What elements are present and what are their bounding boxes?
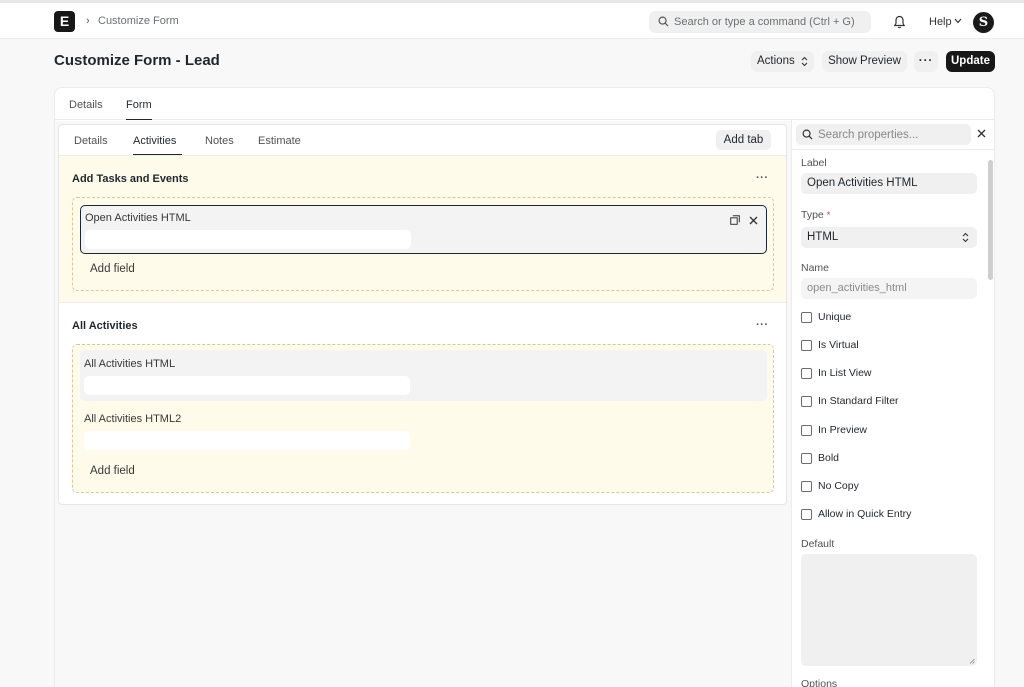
name-field: open_activities_html: [801, 278, 977, 299]
name-title: Name: [801, 262, 830, 274]
more-button[interactable]: ···: [914, 51, 938, 72]
divider: [792, 149, 994, 150]
show-preview-button[interactable]: Show Preview: [822, 51, 907, 72]
section-all-activities[interactable]: All Activities ··· All Activities HTML A…: [59, 304, 786, 504]
page-title: Customize Form - Lead: [54, 52, 220, 69]
checkbox[interactable]: [801, 340, 812, 351]
required-mark: *: [826, 210, 831, 220]
type-value: HTML: [807, 231, 839, 243]
close-icon[interactable]: [977, 129, 986, 138]
avatar[interactable]: S: [973, 12, 994, 33]
tab-form[interactable]: Form: [126, 99, 152, 111]
checkbox[interactable]: [801, 481, 812, 492]
app-logo[interactable]: E: [54, 11, 75, 32]
updown-icon: [801, 56, 808, 67]
scrollbar[interactable]: [988, 160, 993, 280]
section-add-tasks-and-events[interactable]: Add Tasks and Events ··· Open Activities…: [59, 156, 786, 303]
form-tab-activities[interactable]: Activities: [133, 135, 176, 147]
search-input[interactable]: [674, 11, 864, 33]
checkbox-label: Allow in Quick Entry: [818, 508, 912, 520]
actions-button[interactable]: Actions: [751, 51, 814, 72]
breadcrumb-separator: ›: [86, 15, 90, 27]
section-more-button[interactable]: ···: [756, 172, 769, 184]
add-field-button[interactable]: Add field: [90, 465, 135, 477]
active-form-tab-indicator: [133, 154, 182, 155]
checkbox-label: Unique: [818, 311, 852, 323]
field-tools: [729, 214, 758, 228]
field-label: All Activities HTML2: [84, 413, 182, 425]
form-tabs: Details Activities Notes Estimate Add ta…: [59, 125, 786, 156]
checkbox[interactable]: [801, 509, 812, 520]
field-open-activities-html[interactable]: Open Activities HTML: [80, 205, 767, 254]
checkbox[interactable]: [801, 368, 812, 379]
close-icon[interactable]: [749, 216, 758, 225]
field-input-preview: [84, 376, 410, 395]
updown-icon: [962, 232, 969, 243]
add-tab-button[interactable]: Add tab: [716, 130, 771, 150]
add-field-button[interactable]: Add field: [90, 263, 135, 275]
form-tab-estimate[interactable]: Estimate: [258, 135, 301, 147]
default-title: Default: [801, 538, 835, 550]
top-tabs: Details Form: [55, 88, 994, 120]
type-title-text: Type: [801, 209, 824, 221]
checkbox-label: Is Virtual: [818, 339, 859, 351]
section-title: Add Tasks and Events: [72, 173, 189, 185]
command-search[interactable]: [649, 11, 871, 33]
checkbox-label: In Preview: [818, 424, 868, 436]
label-field[interactable]: Open Activities HTML: [801, 173, 977, 194]
field-all-activities-html2[interactable]: All Activities HTML2: [80, 405, 767, 456]
section-column: Open Activities HTML Add field: [72, 197, 774, 291]
update-button[interactable]: Update: [946, 51, 995, 72]
checkbox-label: Bold: [818, 452, 840, 464]
checkbox[interactable]: [801, 425, 812, 436]
form-tab-notes[interactable]: Notes: [205, 135, 234, 147]
properties-search[interactable]: [796, 124, 971, 145]
tab-details[interactable]: Details: [69, 99, 103, 111]
search-icon: [658, 16, 669, 27]
section-more-button[interactable]: ···: [756, 319, 769, 331]
breadcrumb[interactable]: Customize Form: [98, 15, 179, 27]
checkbox-label: In List View: [818, 367, 872, 379]
label-title: Label: [801, 157, 827, 169]
section-title: All Activities: [72, 320, 138, 332]
options-title: Options: [801, 678, 838, 687]
expand-icon[interactable]: [729, 215, 740, 225]
navbar: E › Customize Form Help S: [0, 0, 1024, 39]
help-menu[interactable]: Help: [929, 16, 952, 28]
search-icon: [802, 129, 813, 140]
type-title: Type *: [801, 209, 830, 221]
field-label: Open Activities HTML: [85, 212, 191, 224]
checkbox-label: In Standard Filter: [818, 395, 899, 407]
section-column: All Activities HTML All Activities HTML2…: [72, 344, 774, 493]
field-label: All Activities HTML: [84, 358, 176, 370]
field-input-preview: [85, 230, 411, 249]
chevron-down-icon: [954, 18, 962, 24]
checkbox[interactable]: [801, 396, 812, 407]
field-input-preview: [84, 431, 410, 450]
default-textarea[interactable]: [801, 554, 977, 666]
actions-label: Actions: [757, 55, 795, 67]
checkbox-label: No Copy: [818, 480, 859, 492]
form-tab-details[interactable]: Details: [74, 135, 108, 147]
properties-panel: Label Open Activities HTML Type * HTML N…: [791, 120, 994, 687]
bell-icon[interactable]: [893, 15, 906, 29]
checkbox[interactable]: [801, 312, 812, 323]
properties-search-input[interactable]: [818, 124, 968, 145]
checkbox[interactable]: [801, 453, 812, 464]
field-all-activities-html[interactable]: All Activities HTML: [80, 350, 767, 401]
form-builder: Details Activities Notes Estimate Add ta…: [58, 124, 787, 505]
type-select[interactable]: HTML: [801, 227, 977, 248]
active-tab-indicator: [126, 119, 152, 120]
resize-grip-icon[interactable]: [969, 658, 975, 664]
